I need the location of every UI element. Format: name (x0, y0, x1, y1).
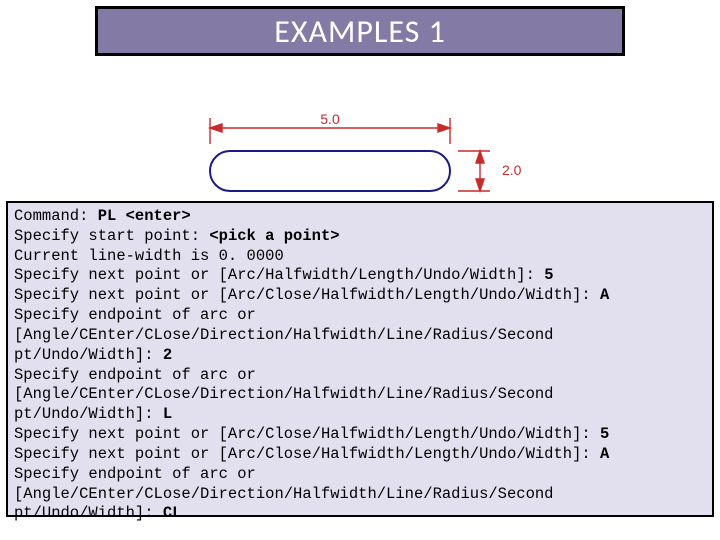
command-line: [Angle/CEnter/CLose/Direction/Halfwidth/… (14, 385, 706, 405)
command-line: [Angle/CEnter/CLose/Direction/Halfwidth/… (14, 485, 706, 505)
command-line: Specify next point or [Arc/Close/Halfwid… (14, 286, 706, 306)
command-line: Specify next point or [Arc/Close/Halfwid… (14, 445, 706, 465)
command-line: Command: PL <enter> (14, 207, 706, 227)
command-line: pt/Undo/Width]: 2 (14, 346, 706, 366)
command-log: Command: PL <enter>Specify start point: … (6, 201, 714, 517)
command-line: Specify endpoint of arc or (14, 465, 706, 485)
dim-height-label: 2.0 (502, 162, 522, 178)
command-line: Specify next point or [Arc/Close/Halfwid… (14, 425, 706, 445)
command-line: Specify endpoint of arc or (14, 366, 706, 386)
command-line: Specify start point: <pick a point> (14, 227, 706, 247)
command-line: pt/Undo/Width]: L (14, 405, 706, 425)
diagram: 5.0 2.0 (0, 56, 720, 201)
dim-width-label: 5.0 (320, 111, 340, 127)
command-line: Current line-width is 0. 0000 (14, 247, 706, 267)
page-title: EXAMPLES 1 (274, 12, 446, 51)
title-bar: EXAMPLES 1 (95, 6, 625, 56)
command-line: Specify next point or [Arc/Halfwidth/Len… (14, 266, 706, 286)
command-line: Specify endpoint of arc or (14, 306, 706, 326)
command-line: [Angle/CEnter/CLose/Direction/Halfwidth/… (14, 326, 706, 346)
command-line: pt/Undo/Width]: CL (14, 504, 706, 524)
